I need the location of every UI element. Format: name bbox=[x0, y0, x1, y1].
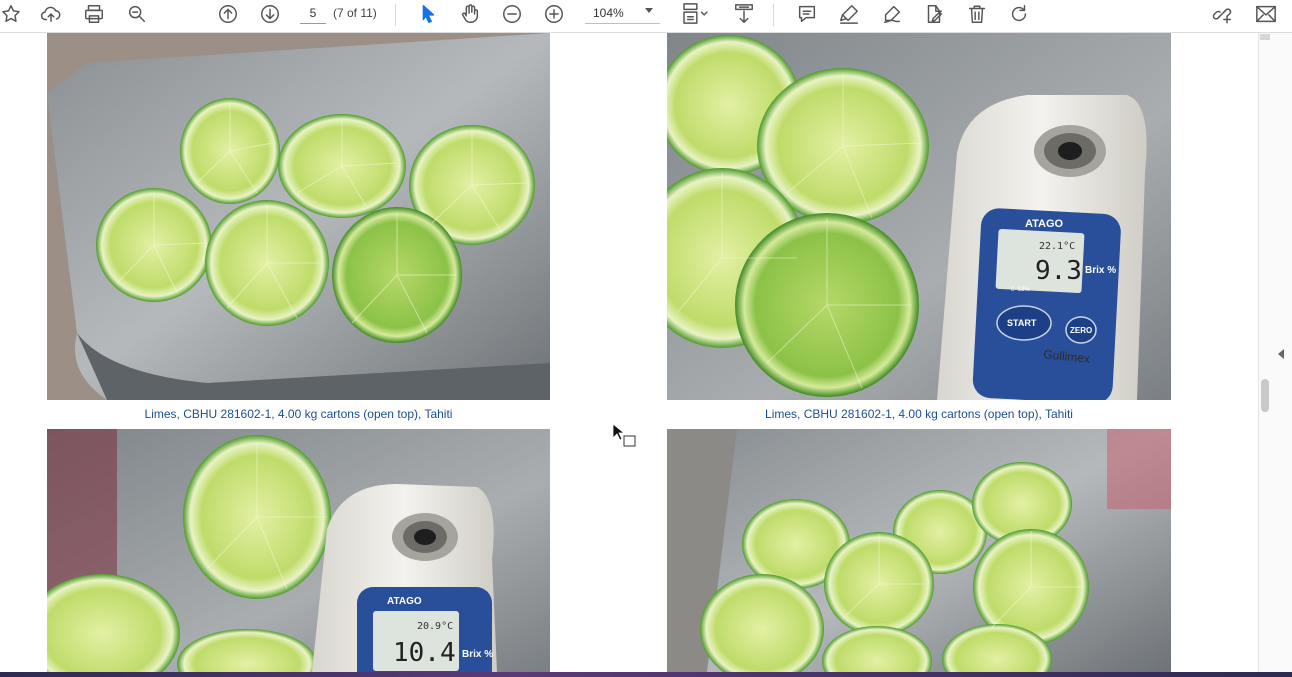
print-icon[interactable] bbox=[81, 1, 107, 27]
zoom-out-icon[interactable] bbox=[499, 1, 525, 27]
zoom-select[interactable]: 104% bbox=[585, 2, 660, 24]
scroll-mode-icon[interactable] bbox=[731, 1, 757, 27]
photo-limes-refractometer-1: ATAGO 22.1°C 9.3 Brix % 0–53% START ZERO… bbox=[667, 33, 1171, 400]
photo-caption: Limes, CBHU 281602-1, 4.00 kg cartons (o… bbox=[765, 407, 1073, 421]
mouse-cursor-icon bbox=[612, 423, 638, 454]
meter-zero-label: ZERO bbox=[1070, 326, 1092, 335]
select-arrow-icon[interactable] bbox=[415, 1, 441, 27]
taskbar-strip bbox=[0, 672, 1292, 677]
meter-range: 0–53% bbox=[1011, 287, 1030, 293]
star-icon[interactable] bbox=[0, 1, 24, 27]
meter-start-label: START bbox=[1007, 318, 1037, 328]
meter-brand: ATAGO bbox=[387, 596, 422, 607]
scrollbar-top-marker bbox=[1260, 34, 1270, 40]
scrollbar-thumb[interactable] bbox=[1261, 379, 1269, 412]
page-up-icon[interactable] bbox=[215, 1, 241, 27]
collapse-panel-arrow-icon[interactable] bbox=[1278, 349, 1284, 359]
delete-icon[interactable] bbox=[964, 1, 990, 27]
highlight-icon[interactable] bbox=[836, 1, 862, 27]
chevron-down-icon bbox=[645, 8, 653, 13]
draw-icon[interactable] bbox=[879, 1, 905, 27]
page-view-icon[interactable] bbox=[678, 1, 712, 27]
meter-temp: 22.1°C bbox=[1039, 241, 1075, 252]
zoom-value: 104% bbox=[593, 6, 624, 20]
toolbar-divider bbox=[773, 4, 774, 26]
meter-temp: 20.9°C bbox=[417, 621, 453, 632]
share-link-icon[interactable] bbox=[1209, 1, 1235, 27]
meter-reading: 10.4 bbox=[393, 638, 456, 668]
document-page[interactable]: Limes, CBHU 281602-1, 4.00 kg cartons (o… bbox=[0, 33, 1258, 672]
email-icon[interactable] bbox=[1253, 1, 1279, 27]
meter-unit: Brix % bbox=[462, 649, 493, 660]
meter-reading: 9.3 bbox=[1035, 256, 1082, 286]
page-count: (7 of 11) bbox=[333, 6, 377, 20]
photo-caption: Limes, CBHU 281602-1, 4.00 kg cartons (o… bbox=[144, 407, 453, 421]
vertical-scrollbar[interactable] bbox=[1258, 33, 1292, 672]
photo-limes-halves-1 bbox=[47, 33, 550, 400]
photo-limes-refractometer-2: ATAGO 20.9°C 10.4 Brix % bbox=[47, 429, 550, 672]
upload-cloud-icon[interactable] bbox=[38, 1, 64, 27]
photo-limes-halves-2 bbox=[667, 429, 1171, 672]
search-zoom-icon[interactable] bbox=[124, 1, 150, 27]
hand-icon[interactable] bbox=[457, 1, 483, 27]
toolbar-divider bbox=[395, 4, 396, 26]
page-number-input[interactable] bbox=[300, 3, 326, 24]
page-down-icon[interactable] bbox=[257, 1, 283, 27]
edit-pdf-icon[interactable] bbox=[921, 1, 947, 27]
toolbar: (7 of 11) 104% bbox=[0, 0, 1292, 33]
zoom-in-icon[interactable] bbox=[541, 1, 567, 27]
rotate-icon[interactable] bbox=[1006, 1, 1032, 27]
comment-icon[interactable] bbox=[794, 1, 820, 27]
meter-brand: ATAGO bbox=[1025, 218, 1064, 230]
meter-unit: Brix % bbox=[1085, 265, 1116, 276]
